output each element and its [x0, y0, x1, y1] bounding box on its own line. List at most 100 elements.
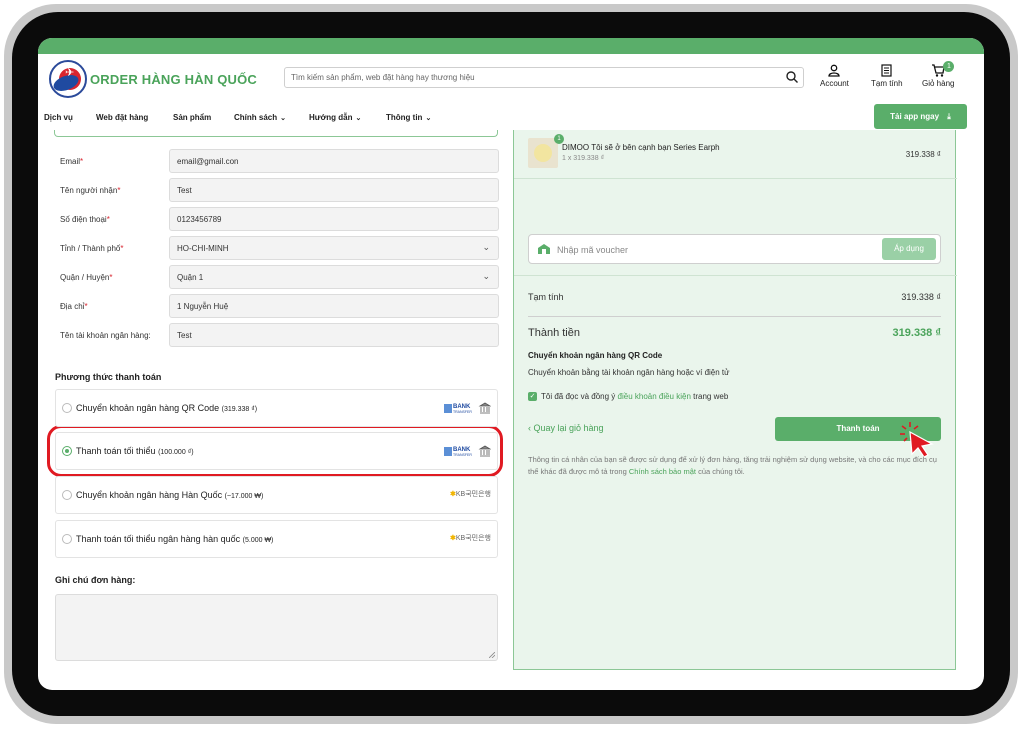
terms-checkbox[interactable]: ✓ — [528, 392, 537, 402]
divider — [514, 275, 957, 276]
chevron-left-icon: ‹ — [528, 423, 531, 433]
payment-radio[interactable] — [62, 490, 72, 500]
nav-item-info[interactable]: Thông tin ⌄ — [386, 113, 431, 122]
field-value: 1 Nguyễn Huệ — [177, 302, 229, 311]
account-label: Account — [820, 79, 849, 88]
click-cursor-icon — [900, 422, 934, 458]
product-name: DIMOO Tôi sẽ ở bên cạnh bạn Series Earph — [562, 143, 720, 152]
field-label: Tên tài khoản ngân hàng: — [60, 331, 151, 340]
svg-text:TRANSFER: TRANSFER — [453, 410, 472, 414]
selected-method-desc: Chuyển khoản bằng tài khoản ngân hàng ho… — [528, 368, 730, 377]
download-app-button[interactable]: Tải app ngay ⤓ — [874, 104, 967, 129]
svg-text:TRANSFER: TRANSFER — [453, 453, 472, 457]
back-to-cart-link[interactable]: ‹ Quay lại giỏ hàng — [528, 423, 604, 433]
cart-label: Giỏ hàng — [922, 79, 955, 88]
payment-option[interactable]: Thanh toán tối thiểu ngân hàng hàn quốc … — [55, 520, 498, 558]
subtotal-button[interactable]: Tạm tính — [871, 64, 903, 88]
field-value: 0123456789 — [177, 215, 222, 224]
kb-bank-icon: ✱KB국민은행 — [450, 491, 491, 498]
field-label: Email* — [60, 157, 84, 166]
chevron-down-icon: ⌄ — [482, 242, 490, 252]
product-thumbnail — [528, 138, 558, 168]
text-field[interactable]: 0123456789 — [169, 207, 499, 231]
voucher-input[interactable]: Nhập mã voucher Áp dụng — [528, 234, 941, 264]
select-field[interactable]: HO-CHI-MINH ⌄ — [169, 236, 499, 260]
site-header: ✈ ORDER HÀNG HÀN QUỐC Tìm kiếm sản phẩm,… — [38, 54, 984, 104]
brand-name[interactable]: ORDER HÀNG HÀN QUỐC — [90, 72, 257, 87]
search-input[interactable]: Tìm kiếm sản phẩm, web đặt hàng hay thươ… — [284, 67, 804, 88]
subtotal-header-label: Tạm tính — [871, 79, 903, 88]
field-value: Test — [177, 186, 192, 195]
privacy-policy-link[interactable]: Chính sách bảo mật — [629, 467, 696, 476]
nav-item-guide[interactable]: Hướng dẫn ⌄ — [309, 113, 361, 122]
field-label: Tên người nhận* — [60, 186, 121, 195]
resize-handle-icon[interactable] — [489, 652, 495, 658]
chevron-down-icon: ⌄ — [280, 115, 286, 122]
payment-option-label: Thanh toán tối thiểu ngân hàng hàn quốc … — [76, 534, 274, 544]
main-nav: Dịch vụ Web đặt hàng Sản phẩm Chính sách… — [38, 104, 984, 130]
field-label: Quận / Huyện* — [60, 273, 113, 282]
search-placeholder: Tìm kiếm sản phẩm, web đặt hàng hay thươ… — [291, 73, 475, 82]
total-row: Thành tiền 319.338 ₫ — [528, 327, 941, 339]
field-label: Tỉnh / Thành phố* — [60, 244, 124, 253]
cart-button[interactable]: Giỏ hàng 1 — [922, 61, 955, 88]
top-color-bar — [38, 38, 984, 54]
screen: ✈ ORDER HÀNG HÀN QUỐC Tìm kiếm sản phẩm,… — [38, 38, 984, 690]
payment-option[interactable]: Chuyển khoản ngân hàng QR Code (319.338 … — [55, 389, 498, 427]
terms-agreement: ✓ Tôi đã đọc và đồng ý điều khoản điều ki… — [528, 392, 729, 402]
text-field[interactable]: 1 Nguyễn Huệ — [169, 294, 499, 318]
bank-transfer-icon: BANKTRANSFER — [444, 445, 491, 457]
nav-item-services[interactable]: Dịch vụ — [44, 113, 73, 122]
nav-item-products[interactable]: Sản phẩm — [173, 113, 211, 122]
nav-item-policy[interactable]: Chính sách ⌄ — [234, 113, 286, 122]
payment-option-label: Chuyển khoản ngân hàng QR Code (319.338 … — [76, 403, 258, 413]
payment-option[interactable]: Chuyển khoản ngân hàng Hàn Quốc (~17.000… — [55, 476, 498, 514]
cart-count-badge: 1 — [943, 61, 955, 72]
divider — [528, 316, 941, 317]
payment-option[interactable]: Thanh toán tối thiểu (100.000 ₫) BANK TRAN… — [55, 432, 498, 470]
total-label: Thành tiền — [528, 327, 580, 339]
text-field[interactable]: Test — [169, 323, 499, 347]
payment-radio[interactable] — [62, 446, 72, 456]
bank-transfer-icon: BANKTRANSFER — [444, 402, 491, 414]
order-summary-panel: 1 DIMOO Tôi sẽ ở bên cạnh bạn Series Ear… — [513, 130, 957, 670]
subtotal-value: 319.338 ₫ — [901, 292, 941, 302]
kb-bank-icon: ✱KB국민은행 — [450, 535, 491, 542]
receipt-icon — [881, 64, 892, 77]
voucher-placeholder: Nhập mã voucher — [557, 245, 629, 255]
payment-radio[interactable] — [62, 534, 72, 544]
divider — [514, 178, 957, 179]
field-value: HO-CHI-MINH — [177, 244, 229, 253]
payment-option-label: Chuyển khoản ngân hàng Hàn Quốc (~17.000… — [76, 490, 264, 500]
payment-option-label: Thanh toán tối thiểu (100.000 ₫) — [76, 446, 194, 456]
total-value: 319.338 ₫ — [892, 327, 941, 339]
account-button[interactable]: Account — [820, 64, 849, 88]
text-field[interactable]: Test — [169, 178, 499, 202]
field-label: Địa chỉ* — [60, 302, 88, 311]
subtotal-row: Tạm tính 319.338 ₫ — [528, 292, 941, 302]
subtotal-label: Tạm tính — [528, 292, 564, 302]
product-qty: 1 x 319.338 ₫ — [562, 155, 605, 162]
order-notes-textarea[interactable] — [55, 594, 498, 661]
field-label: Số điện thoại* — [60, 215, 110, 224]
chevron-down-icon: ⌄ — [482, 271, 490, 281]
product-price: 319.338 ₫ — [905, 150, 941, 159]
payment-radio[interactable] — [62, 403, 72, 413]
form-section-edge — [54, 130, 498, 137]
logo-icon[interactable]: ✈ — [49, 60, 87, 98]
nav-item-order-web[interactable]: Web đặt hàng — [96, 113, 148, 122]
chevron-down-icon: ⌄ — [425, 115, 432, 122]
terms-link[interactable]: điều khoản điều kiện — [618, 392, 691, 401]
user-icon — [828, 64, 841, 77]
apply-voucher-button[interactable]: Áp dụng — [882, 238, 936, 260]
selected-method-title: Chuyển khoản ngân hàng QR Code — [528, 351, 663, 360]
select-field[interactable]: Quận 1 ⌄ — [169, 265, 499, 289]
field-value: email@gmail.con — [177, 157, 239, 166]
field-value: Test — [177, 331, 192, 340]
privacy-notice: Thông tin cá nhân của bạn sẽ được sử dụn… — [528, 455, 937, 476]
voucher-icon — [538, 244, 550, 254]
chevron-down-icon: ⌄ — [355, 115, 362, 122]
text-field[interactable]: email@gmail.con — [169, 149, 499, 173]
search-icon[interactable] — [785, 70, 799, 84]
order-notes-title: Ghi chú đơn hàng: — [55, 575, 136, 585]
